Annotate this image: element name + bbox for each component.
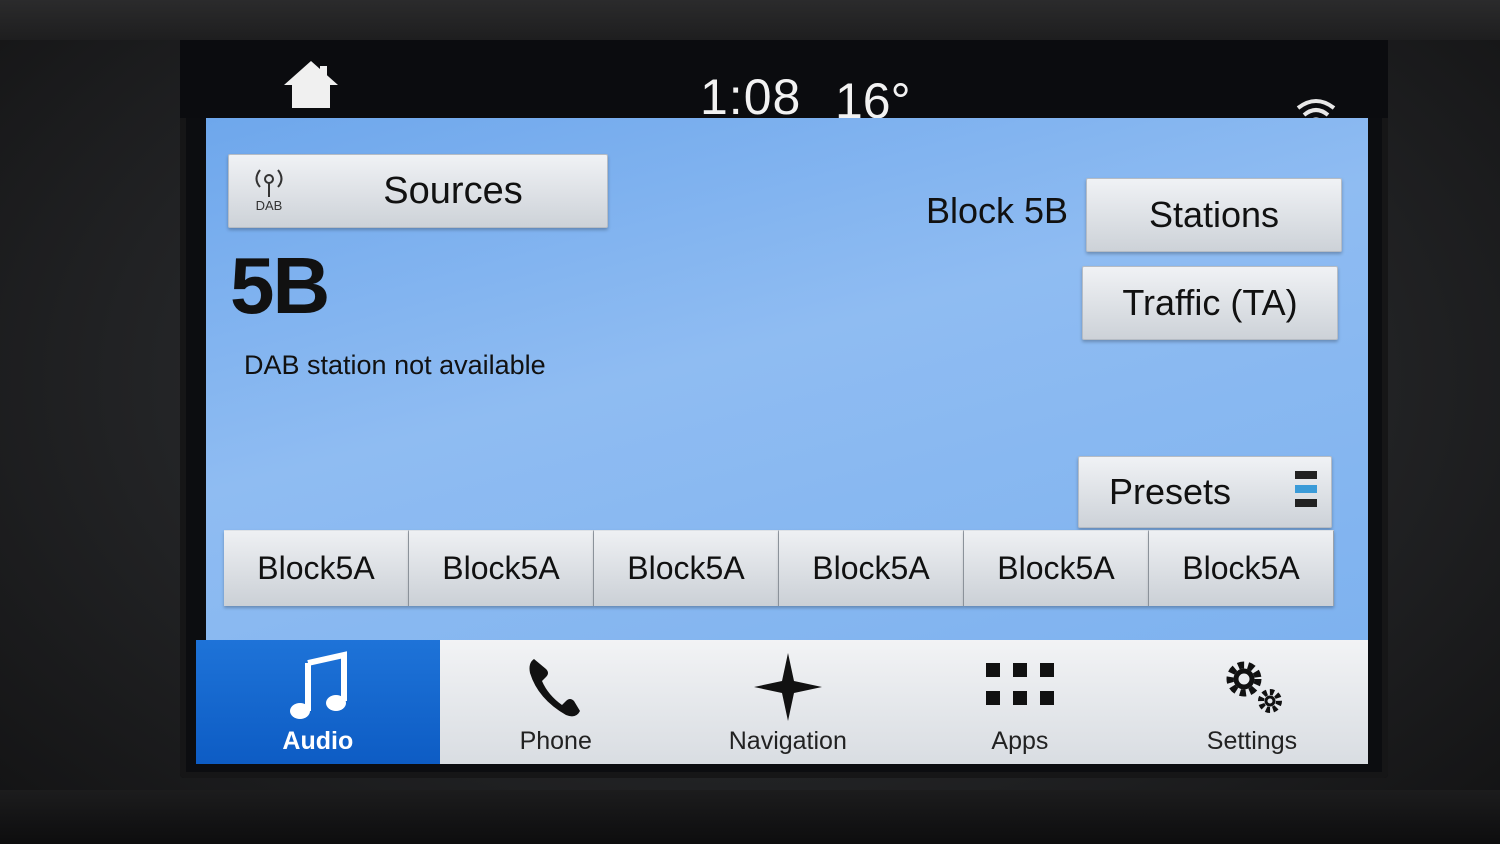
preset-button-1[interactable]: Block5A	[224, 530, 409, 606]
music-note-icon	[289, 651, 347, 719]
preset-button-6[interactable]: Block5A	[1149, 530, 1334, 606]
phone-icon	[529, 659, 580, 717]
nav-apps[interactable]: Apps	[904, 640, 1136, 764]
station-status-message: DAB station not available	[244, 350, 546, 380]
sources-button[interactable]: DAB Sources	[228, 154, 608, 228]
broadcast-icon	[255, 169, 283, 197]
preset-button-3[interactable]: Block5A	[594, 530, 779, 606]
audio-main-panel: DAB Sources 5B DAB station not available…	[206, 118, 1368, 640]
nav-navigation[interactable]: Navigation	[672, 640, 904, 764]
home-icon[interactable]	[280, 58, 342, 112]
infotainment-screen: 1:08 16° DAB Sources 5B DAB station not …	[180, 40, 1388, 778]
preset-button-4[interactable]: Block5A	[779, 530, 964, 606]
nav-apps-label: Apps	[991, 727, 1049, 755]
dashboard-bezel-top	[0, 0, 1500, 40]
dab-badge: DAB	[247, 165, 291, 217]
nav-phone[interactable]: Phone	[440, 640, 672, 764]
sources-label: Sources	[383, 169, 523, 212]
nav-audio[interactable]: Audio	[196, 640, 440, 764]
stations-button[interactable]: Stations	[1086, 178, 1342, 252]
dashboard-bezel-bottom	[0, 790, 1500, 844]
presets-label: Presets	[1108, 471, 1232, 512]
nav-phone-label: Phone	[519, 727, 592, 755]
current-block-label: Block 5B	[926, 190, 1069, 231]
dab-label: DAB	[255, 198, 283, 213]
preset-button-2[interactable]: Block5A	[409, 530, 594, 606]
compass-star-icon	[753, 653, 822, 721]
presets-button[interactable]: Presets	[1078, 456, 1332, 528]
nav-settings-label: Settings	[1206, 727, 1298, 755]
preset-page-indicator-icon	[1295, 471, 1321, 515]
station-name: 5B	[230, 241, 330, 330]
grid-icon	[985, 663, 1054, 705]
preset-button-5[interactable]: Block5A	[964, 530, 1149, 606]
preset-row: Block5A Block5A Block5A Block5A Block5A …	[224, 530, 1334, 606]
status-bar: 1:08 16°	[180, 40, 1388, 140]
nav-audio-label: Audio	[282, 727, 354, 755]
bottom-nav-bar: Audio Phone Navigation Apps Settings	[196, 640, 1368, 764]
gears-icon	[1226, 661, 1282, 713]
nav-navigation-label: Navigation	[728, 727, 847, 755]
nav-settings[interactable]: Settings	[1136, 640, 1368, 764]
traffic-ta-button[interactable]: Traffic (TA)	[1082, 266, 1338, 340]
